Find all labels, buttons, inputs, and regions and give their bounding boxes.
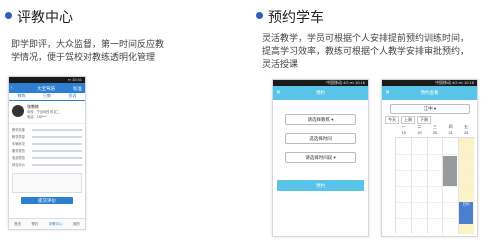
- time-axis: [384, 137, 396, 233]
- comment-textarea[interactable]: [12, 173, 82, 193]
- rating-options[interactable]: [32, 142, 82, 145]
- booking-block-blue[interactable]: 已约: [459, 202, 473, 224]
- avatar: [12, 105, 24, 117]
- phone-booking-form: 中国移动 4G ▪▪▪ 10:16 ✕ 预约 请选择教练 ▾ 选选择时间 请选择…: [272, 79, 369, 237]
- rating-label: 教学态度: [12, 127, 25, 132]
- week-tabs: 今天 上周 下周: [385, 116, 431, 124]
- rating-label: 综合评价: [12, 162, 25, 167]
- header-title: 预约: [316, 90, 325, 95]
- rating-label: 收费规范: [12, 155, 25, 160]
- rating-row: 收费规范: [12, 154, 82, 161]
- rating-row: 教学态度: [12, 126, 82, 133]
- title-bullet: [256, 12, 263, 19]
- rating-options[interactable]: [32, 135, 82, 138]
- coach-profile: 张教练 驾校：宁远驾校 科目二 电话：138****: [9, 101, 85, 124]
- header-title: 预约查看: [420, 90, 439, 95]
- grid-row-line: [396, 154, 474, 155]
- booking-block-gray[interactable]: [443, 156, 457, 186]
- section-desc-booking-line1: 灵活教学，学员可根据个人安排提前预约训练时间，: [262, 33, 470, 43]
- tab-bar: 教练 已教 投诉: [9, 93, 85, 101]
- coach-select[interactable]: 请选择教练 ▾: [285, 114, 356, 125]
- rating-label: 车辆状况: [12, 141, 25, 146]
- tab-complaint[interactable]: 投诉: [68, 93, 76, 100]
- date-label: 21: [448, 130, 453, 135]
- app-header: ‹ 大宝驾培 标准: [9, 83, 85, 93]
- title-bullet: [5, 12, 12, 19]
- app-header: ✕ 预约: [273, 86, 368, 100]
- rating-list: 教学态度 教学质量 车辆状况 服务规范 收费规范 综合评价: [9, 124, 85, 170]
- rating-options[interactable]: [32, 149, 82, 152]
- bottom-nav: 首页 预约 评教中心 我的: [9, 218, 85, 229]
- grid-row-line: [396, 186, 474, 187]
- rating-options[interactable]: [32, 156, 82, 159]
- calendar-date-header: 19 19 20 21 24: [396, 130, 474, 135]
- coach-filter-select[interactable]: 江中 ▾: [390, 104, 470, 114]
- submit-button[interactable]: 提交评价: [21, 197, 73, 204]
- back-icon[interactable]: ‹: [11, 85, 13, 91]
- nav-evaluation[interactable]: 评教中心: [49, 222, 63, 227]
- rating-row: 车辆状况: [12, 140, 82, 147]
- section-title-booking: 预约学车: [268, 9, 324, 25]
- tab-today[interactable]: 今天: [385, 116, 399, 124]
- rating-options[interactable]: [32, 128, 82, 131]
- date-label: 19: [417, 130, 422, 135]
- section-desc-booking-line3: 灵活授课: [262, 59, 299, 69]
- date-label: 19: [401, 130, 407, 135]
- tab-next-week[interactable]: 下周: [417, 116, 431, 124]
- nav-home[interactable]: 首页: [14, 222, 21, 227]
- section-desc-evaluation-line2: 学情况，便于驾校对教练透明化管理: [11, 52, 156, 62]
- nav-mine[interactable]: 我的: [73, 222, 80, 227]
- tab-coach[interactable]: 教练: [18, 93, 26, 100]
- app-header: ✕ 预约查看: [382, 86, 477, 100]
- confirm-booking-button[interactable]: 预约: [277, 180, 364, 191]
- rating-options[interactable]: [32, 163, 82, 166]
- phone-evaluation: ▪▪ 10:41 ‹ 大宝驾培 标准 教练 已教 投诉 张教练 驾校：宁远驾校 …: [8, 76, 86, 230]
- rating-label: 教学质量: [12, 134, 25, 139]
- section-desc-evaluation-line1: 即学即评，大众监督，第一时间反应教: [11, 39, 165, 49]
- section-title-evaluation: 评教中心: [17, 9, 73, 25]
- header-title: 大宝驾培: [37, 86, 55, 91]
- tab-taught[interactable]: 已教: [43, 93, 51, 100]
- rating-row: 综合评价: [12, 161, 82, 168]
- rating-row: 服务规范: [12, 147, 82, 154]
- date-label: 20: [432, 130, 438, 135]
- date-select[interactable]: 选选择时间: [285, 133, 356, 144]
- date-label: 24: [463, 130, 469, 135]
- section-desc-booking-line2: 提高学习效率，教练可根据个人教学安排审批预约，: [262, 46, 470, 56]
- timeslot-select[interactable]: 请选择时间段 ▾: [285, 152, 356, 163]
- phone-booking-calendar: 中国移动 4G ▪▪▪ 10:16 ✕ 预约查看 江中 ▾ 今天 上周 下周 一…: [381, 79, 478, 237]
- calendar-grid: 已约: [396, 137, 474, 234]
- rating-row: 教学质量: [12, 133, 82, 140]
- tab-last-week[interactable]: 上周: [401, 116, 415, 124]
- rating-label: 服务规范: [12, 148, 25, 153]
- header-right[interactable]: 标准: [73, 86, 82, 92]
- nav-booking[interactable]: 预约: [31, 222, 38, 227]
- coach-info-line2: 电话：138****: [27, 115, 47, 119]
- grid-row-line: [396, 170, 474, 171]
